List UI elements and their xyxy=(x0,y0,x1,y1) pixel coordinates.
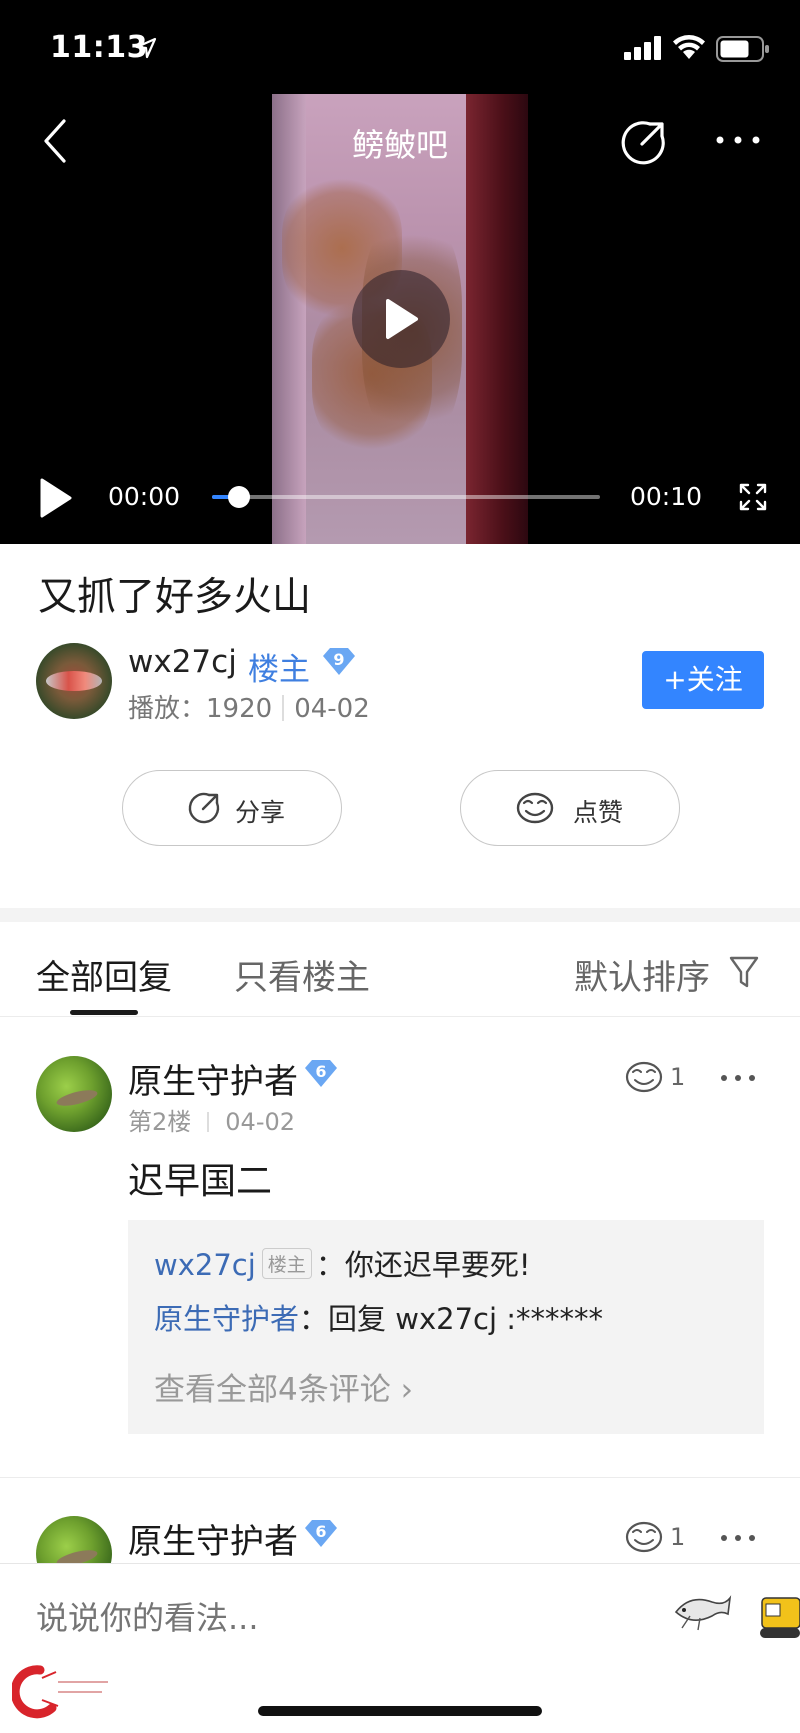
post-date: 04-02 xyxy=(294,694,370,724)
author-avatar[interactable] xyxy=(36,643,112,719)
status-bar: 11:13 xyxy=(0,0,800,94)
back-button[interactable] xyxy=(38,116,78,166)
floor-number: 第2楼 xyxy=(128,1108,192,1136)
reply-like-button[interactable]: 1 xyxy=(624,1520,686,1558)
level-badge: 6 xyxy=(304,1518,338,1548)
comment-input[interactable] xyxy=(36,1588,636,1648)
sub-comment[interactable]: 原生守护者：回复 wx27cj :****** xyxy=(154,1296,603,1338)
reply-author-name[interactable]: 原生守护者 xyxy=(128,1514,298,1563)
filter-icon[interactable] xyxy=(728,954,760,990)
center-play-button[interactable] xyxy=(352,270,450,368)
share-icon[interactable] xyxy=(618,118,668,168)
current-time: 00:00 xyxy=(108,482,181,511)
view-all-comments-link[interactable]: 查看全部4条评论 › xyxy=(154,1364,413,1409)
share-button[interactable]: 分享 xyxy=(122,770,342,846)
sub-comment[interactable]: wx27cj 楼主 ：你还迟早要死! xyxy=(154,1242,530,1284)
progress-knob[interactable] xyxy=(228,486,251,508)
follow-button[interactable]: +关注 xyxy=(642,651,764,709)
post-title: 又抓了好多火山 xyxy=(38,575,312,620)
section-gap xyxy=(0,908,800,922)
reply-avatar[interactable] xyxy=(36,1056,112,1132)
reply-author-name[interactable]: 原生守护者 xyxy=(128,1054,298,1103)
battery-icon xyxy=(716,36,769,62)
like-icon xyxy=(625,1521,663,1553)
like-icon xyxy=(625,1061,663,1093)
like-count: 1 xyxy=(670,1523,686,1551)
level-number: 6 xyxy=(315,1062,327,1081)
reply-text: 迟早国二 xyxy=(128,1161,273,1202)
location-arrow-icon xyxy=(135,37,157,59)
share-icon xyxy=(188,792,220,824)
tab-host-only[interactable]: 只看楼主 xyxy=(234,950,370,999)
like-count: 1 xyxy=(670,1063,686,1091)
level-number: 9 xyxy=(333,650,345,669)
forum-title[interactable]: 鳑鲏吧 xyxy=(300,120,500,166)
level-number: 6 xyxy=(315,1522,327,1541)
cellular-signal-icon xyxy=(624,36,661,60)
fullscreen-icon[interactable] xyxy=(738,482,768,512)
meta-separator xyxy=(282,695,285,721)
like-label: 点赞 xyxy=(573,798,624,827)
sub-comment-text: 回复 wx27cj :****** xyxy=(328,1302,604,1336)
tab-active-indicator xyxy=(70,1010,138,1015)
wifi-icon xyxy=(673,35,705,59)
like-button[interactable]: 点赞 xyxy=(460,770,680,846)
sub-comment-user[interactable]: wx27cj xyxy=(154,1248,256,1282)
watermark-logo-icon xyxy=(12,1665,108,1719)
reply-meta: 第2楼 04-02 xyxy=(128,1102,295,1137)
sub-comments-box: wx27cj 楼主 ：你还迟早要死! 原生守护者：回复 wx27cj :******… xyxy=(128,1220,764,1434)
avatar-fish xyxy=(46,671,102,691)
meta-separator xyxy=(207,1112,210,1132)
home-indicator xyxy=(258,1706,542,1716)
more-icon[interactable] xyxy=(712,120,764,160)
progress-bar[interactable] xyxy=(212,486,600,508)
sub-comment-separator: ： xyxy=(315,1248,345,1282)
post-meta: 播放：1920 04-02 xyxy=(128,688,370,725)
sub-comment-separator: ： xyxy=(299,1302,329,1336)
sub-comment-user[interactable]: 原生守护者 xyxy=(154,1302,299,1336)
share-label: 分享 xyxy=(235,798,286,827)
fish-sticker-icon[interactable] xyxy=(670,1584,738,1636)
like-icon xyxy=(516,792,554,824)
tab-all-replies[interactable]: 全部回复 xyxy=(36,950,172,999)
host-tag: 楼主 xyxy=(261,1248,312,1279)
reply-date: 04-02 xyxy=(225,1108,296,1136)
play-icon xyxy=(386,299,418,339)
comment-bar xyxy=(0,1563,800,1733)
avatar-fish xyxy=(55,1087,99,1109)
tab-divider xyxy=(0,1016,800,1017)
reply-more-icon[interactable] xyxy=(718,1068,758,1088)
play-control-icon[interactable] xyxy=(36,476,76,520)
sub-comment-text: 你还迟早要死! xyxy=(344,1248,531,1282)
play-count: 1920 xyxy=(206,694,273,724)
sort-selector[interactable]: 默认排序 xyxy=(574,950,710,999)
excavator-sticker-icon[interactable] xyxy=(756,1584,800,1642)
level-badge: 6 xyxy=(304,1058,338,1088)
play-label: 播放： xyxy=(128,694,207,724)
reply-like-button[interactable]: 1 xyxy=(624,1060,686,1098)
author-role-badge: 楼主 xyxy=(248,652,310,688)
reply-more-icon[interactable] xyxy=(718,1528,758,1548)
video-player[interactable]: 11:13 鳑鲏吧 00:00 00:10 xyxy=(0,0,800,544)
level-badge: 9 xyxy=(322,646,356,676)
author-name[interactable]: wx27cj xyxy=(128,644,237,680)
reply-divider xyxy=(0,1477,800,1478)
duration-time: 00:10 xyxy=(630,482,703,511)
